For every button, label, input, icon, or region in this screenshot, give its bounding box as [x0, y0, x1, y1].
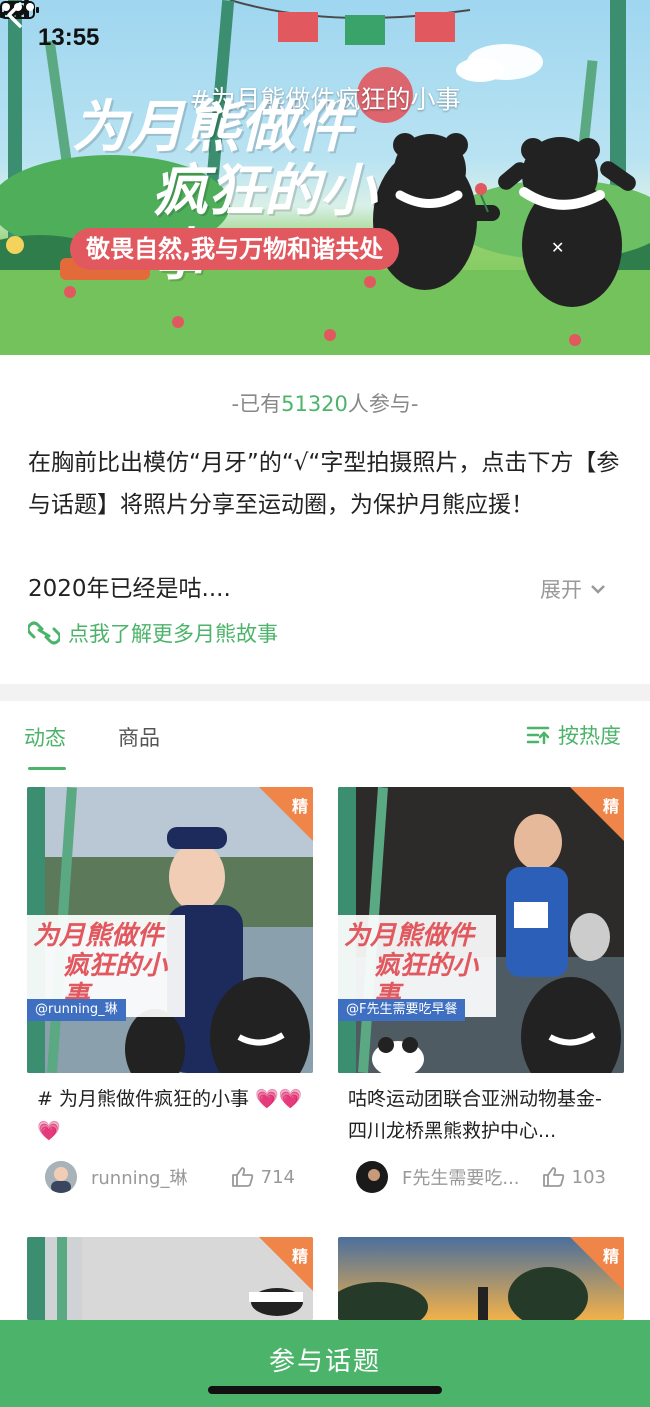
- link-icon: [28, 621, 60, 645]
- chevron-down-icon: [591, 585, 605, 594]
- sort-icon: [526, 726, 550, 745]
- post-image: 为月熊做件 疯狂的小事 @running_琳 精: [27, 787, 313, 1073]
- post-card[interactable]: 精: [338, 1237, 624, 1320]
- post-user-tag: @running_琳: [27, 999, 126, 1021]
- post-username[interactable]: F先生需要吃...: [402, 1164, 542, 1190]
- post-user-tag: @F先生需要吃早餐: [338, 999, 466, 1021]
- tab-goods[interactable]: 商品: [118, 722, 160, 752]
- expand-label: 展开: [540, 578, 582, 602]
- like-button[interactable]: 103: [542, 1166, 606, 1188]
- post-image: 精: [338, 1237, 624, 1320]
- post-card[interactable]: 为月熊做件 疯狂的小事 @running_琳 精 # 为月熊做件疯狂的小事 💗💗…: [27, 787, 313, 1193]
- post-username[interactable]: running_琳: [91, 1164, 231, 1190]
- featured-badge-label: 精: [602, 1247, 619, 1266]
- post-image: 精: [27, 1237, 313, 1320]
- like-count: 714: [260, 1166, 295, 1188]
- post-text: 咕咚运动团联合亚洲动物基金-四川龙桥黑熊救护中心...: [348, 1088, 602, 1142]
- featured-badge-label: 精: [291, 797, 308, 816]
- sort-label: 按热度: [558, 724, 621, 748]
- story-link-label: 点我了解更多月熊故事: [68, 622, 278, 646]
- more-dots-icon[interactable]: [0, 0, 36, 14]
- active-tab-indicator: [28, 767, 66, 770]
- post-meta: F先生需要吃... 103: [338, 1161, 624, 1193]
- svg-text:✕: ✕: [551, 238, 564, 257]
- post-meta: running_琳 714: [27, 1161, 313, 1193]
- participants-suffix: 人参与-: [347, 392, 419, 416]
- home-indicator: [208, 1386, 442, 1394]
- topic-description-truncated: 2020年已经是咕....: [28, 576, 231, 602]
- thumbs-up-icon: [231, 1167, 253, 1187]
- topic-banner: ✕ 13:55 #为月熊做件疯狂的小事 为月熊做件 疯狂的小 敬畏自然,我与万物…: [0, 0, 650, 355]
- like-count: 103: [571, 1166, 606, 1188]
- topic-description: 在胸前比出模仿“月牙”的“√“字型拍摄照片，点击下方【参与话题】将照片分享至运动…: [28, 450, 620, 518]
- post-text: # 为月熊做件疯狂的小事 💗💗💗: [37, 1088, 303, 1142]
- post-card[interactable]: 精: [27, 1237, 313, 1320]
- banner-title-line1: 为月熊做件: [72, 94, 352, 160]
- participants-number: 51320: [281, 392, 348, 416]
- featured-badge-label: 精: [291, 1247, 308, 1266]
- post-overlay-title-line1: 为月熊做件: [33, 921, 164, 951]
- thumbs-up-icon: [542, 1167, 564, 1187]
- post-overlay-title-line1: 为月熊做件: [344, 921, 475, 951]
- participants-count: -已有51320人参与-: [0, 388, 650, 418]
- sort-by-popularity-button[interactable]: 按热度: [526, 720, 621, 750]
- avatar[interactable]: [356, 1161, 388, 1193]
- banner-slogan: 敬畏自然,我与万物和谐共处: [70, 228, 400, 270]
- section-divider: [0, 684, 650, 701]
- status-bar: 13:55: [0, 0, 650, 78]
- avatar[interactable]: [45, 1161, 77, 1193]
- featured-badge-label: 精: [602, 797, 619, 816]
- story-link[interactable]: 点我了解更多月熊故事: [28, 618, 278, 648]
- like-button[interactable]: 714: [231, 1166, 295, 1188]
- participants-prefix: -已有: [231, 392, 282, 416]
- post-image: 为月熊做件 疯狂的小事 @F先生需要吃早餐 精: [338, 787, 624, 1073]
- status-time: 13:55: [38, 24, 100, 51]
- expand-button[interactable]: 展开: [540, 574, 606, 604]
- tab-dynamics[interactable]: 动态: [24, 722, 66, 752]
- post-card[interactable]: 为月熊做件 疯狂的小事 @F先生需要吃早餐 精 咕咚运动团联合亚洲动物基金-四川…: [338, 787, 624, 1193]
